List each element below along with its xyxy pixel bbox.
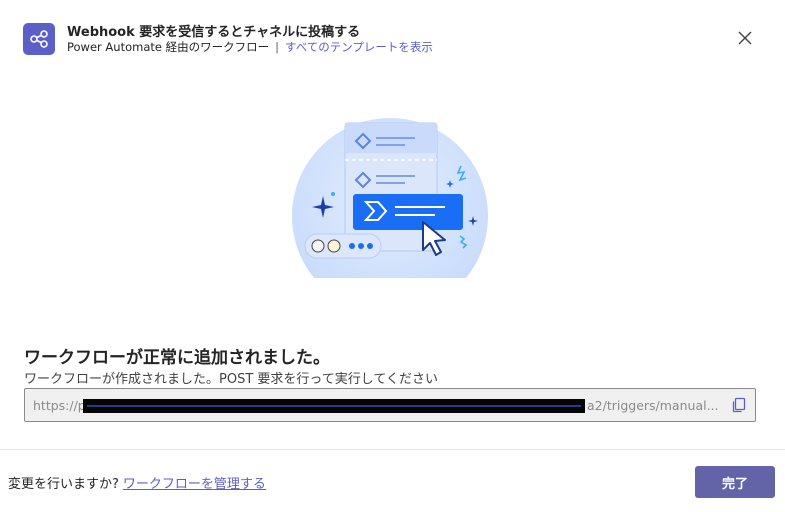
success-description: ワークフローが作成されました。POST 要求を行って実行してください [24, 372, 438, 387]
view-all-templates-link[interactable]: すべてのテンプレートを表示 [285, 40, 433, 54]
copy-icon [732, 397, 746, 413]
workflow-illustration [290, 118, 495, 314]
close-icon [738, 31, 752, 45]
dialog-header: Webhook 要求を受信するとチャネルに投稿する Power Automate… [23, 20, 765, 60]
dialog-subtitle: Power Automate 経由のワークフロー | すべてのテンプレートを表示 [67, 39, 433, 55]
success-title: ワークフローが正常に追加されました。 [24, 348, 330, 368]
dialog-title: Webhook 要求を受信するとチャネルに投稿する [67, 25, 361, 40]
footer-prompt: 変更を行いますか? ワークフローを管理する [8, 473, 266, 492]
copy-url-button[interactable] [731, 397, 747, 413]
manage-workflow-link[interactable]: ワークフローを管理する [123, 477, 266, 492]
redacted-url-segment [83, 399, 585, 413]
url-suffix: a2/triggers/manual... [587, 398, 719, 413]
webhook-url-field[interactable]: https://p a2/triggers/manual... [24, 388, 756, 422]
url-prefix: https://p [33, 398, 86, 413]
footer-divider [0, 449, 785, 450]
subtitle-separator: | [275, 40, 279, 54]
footer-question: 変更を行いますか? [8, 477, 119, 492]
subtitle-text: Power Automate 経由のワークフロー [67, 40, 270, 54]
done-button[interactable]: 完了 [695, 466, 775, 498]
flow-connector-icon [23, 23, 55, 55]
close-button[interactable] [735, 28, 755, 48]
